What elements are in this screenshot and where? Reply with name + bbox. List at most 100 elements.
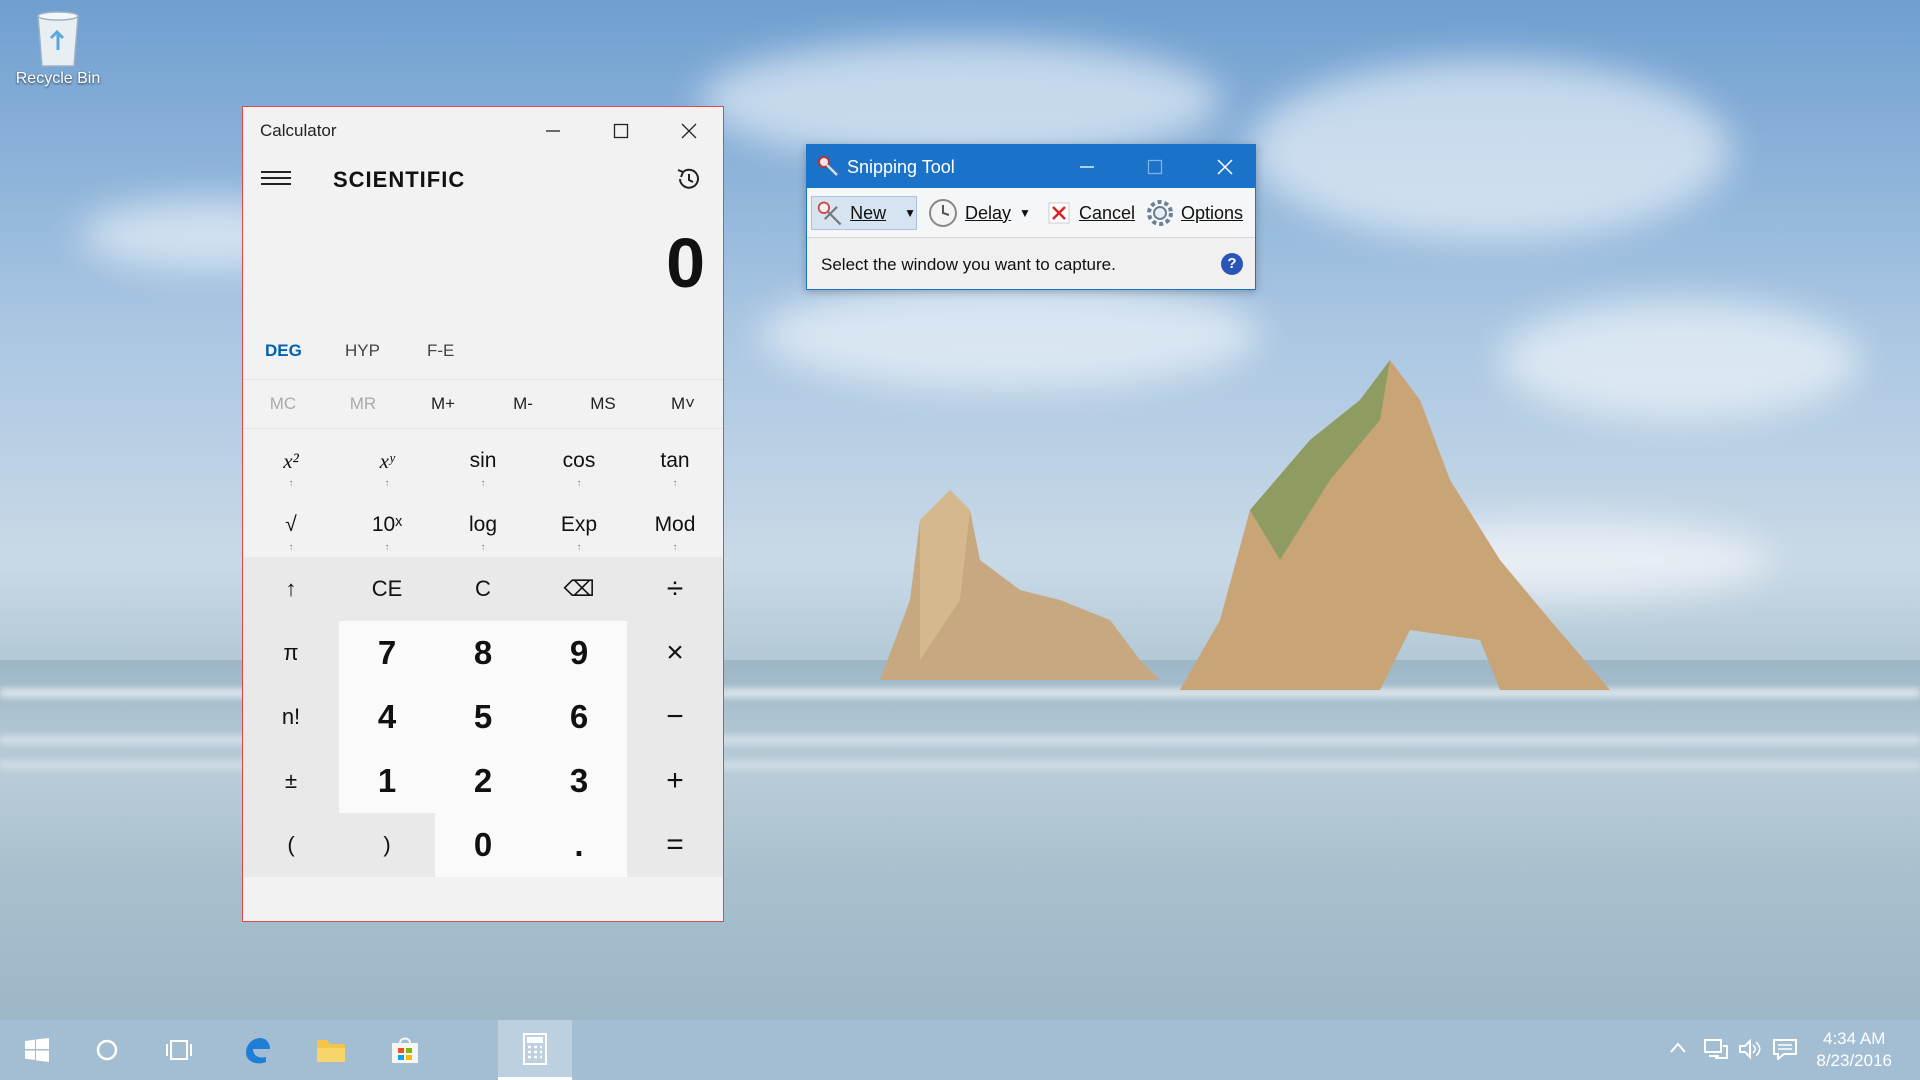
mod-button[interactable]: Mod ↑ bbox=[627, 493, 723, 557]
snipping-tool-titlebar[interactable]: Snipping Tool bbox=[807, 145, 1255, 188]
ms-button[interactable]: MS bbox=[563, 380, 643, 428]
digit-0-button[interactable]: 0 bbox=[435, 813, 531, 877]
digit-6-button[interactable]: 6 bbox=[531, 685, 627, 749]
m-minus-button[interactable]: M- bbox=[483, 380, 563, 428]
minimize-button[interactable] bbox=[519, 107, 587, 155]
cos-button[interactable]: cos ↑ bbox=[531, 429, 627, 493]
clock-date: 8/23/2016 bbox=[1816, 1051, 1892, 1070]
history-button[interactable] bbox=[673, 163, 705, 195]
history-icon bbox=[677, 168, 699, 189]
minimize-icon bbox=[546, 130, 560, 132]
cancel-x-icon bbox=[1048, 202, 1070, 224]
cancel-label: Cancel bbox=[1079, 202, 1136, 223]
folder-icon bbox=[317, 1040, 345, 1062]
clock-time: 4:34 AM bbox=[1822, 1029, 1886, 1048]
digit-7-button[interactable]: 7 bbox=[339, 621, 435, 685]
new-snip-button[interactable]: New ▼ bbox=[811, 196, 917, 230]
close-icon bbox=[1217, 158, 1233, 175]
close-paren-button[interactable]: ) bbox=[339, 813, 435, 877]
digit-2-button[interactable]: 2 bbox=[435, 749, 531, 813]
capture-instruction: Select the window you want to capture. bbox=[821, 255, 1116, 274]
log-button[interactable]: log ↑ bbox=[435, 493, 531, 557]
fe-button[interactable]: F-E bbox=[427, 341, 454, 361]
options-button[interactable]: Options bbox=[1145, 196, 1243, 230]
calculator-taskbar-button[interactable] bbox=[498, 1020, 572, 1080]
scissors-icon bbox=[817, 201, 842, 226]
mc-button[interactable]: MC bbox=[243, 380, 323, 428]
task-view-icon bbox=[166, 1040, 192, 1060]
windows-logo-icon bbox=[25, 1038, 49, 1062]
snip-minimize-button[interactable] bbox=[1059, 145, 1115, 188]
digit-9-button[interactable]: 9 bbox=[531, 621, 627, 685]
clock-icon bbox=[929, 199, 957, 227]
action-center-button[interactable] bbox=[1772, 1038, 1798, 1065]
shift-button[interactable]: ↑ bbox=[243, 557, 339, 621]
calculator-window: Calculator SCIENTIFIC 0 DEG HYP F-E MC M… bbox=[242, 106, 724, 922]
add-button[interactable]: + bbox=[627, 749, 723, 813]
network-icon bbox=[1704, 1039, 1728, 1059]
pi-button[interactable]: π bbox=[243, 621, 339, 685]
multiply-button[interactable]: × bbox=[627, 621, 723, 685]
exp-button[interactable]: Exp ↑ bbox=[531, 493, 627, 557]
network-button[interactable] bbox=[1703, 1038, 1729, 1065]
snipping-tool-title: Snipping Tool bbox=[847, 157, 955, 177]
negate-button[interactable]: ± bbox=[243, 749, 339, 813]
backspace-button[interactable]: ⌫ bbox=[531, 557, 627, 621]
calculator-display: 0 bbox=[666, 224, 705, 302]
recycle-bin[interactable]: Recycle Bin bbox=[8, 8, 108, 88]
store-button[interactable] bbox=[368, 1020, 442, 1080]
menu-button[interactable] bbox=[261, 167, 293, 191]
sqrt-button[interactable]: √ ↑ bbox=[243, 493, 339, 557]
help-icon[interactable]: ? bbox=[1221, 253, 1243, 275]
hyp-button[interactable]: HYP bbox=[345, 341, 380, 361]
options-label: Options bbox=[1181, 202, 1244, 223]
equals-button[interactable]: = bbox=[627, 813, 723, 877]
file-explorer-button[interactable] bbox=[294, 1020, 368, 1080]
subtract-button[interactable]: − bbox=[627, 685, 723, 749]
start-button[interactable] bbox=[0, 1020, 74, 1080]
close-button[interactable] bbox=[655, 107, 723, 155]
maximize-icon bbox=[613, 123, 629, 139]
divide-button[interactable]: ÷ bbox=[627, 557, 723, 621]
maximize-button[interactable] bbox=[587, 107, 655, 155]
memory-list-button[interactable]: M˅ bbox=[643, 380, 723, 428]
sin-button[interactable]: sin ↑ bbox=[435, 429, 531, 493]
digit-5-button[interactable]: 5 bbox=[435, 685, 531, 749]
delay-button[interactable]: Delay ▼ bbox=[927, 196, 1031, 230]
tan-button[interactable]: tan ↑ bbox=[627, 429, 723, 493]
delay-dropdown-icon: ▼ bbox=[1019, 206, 1031, 220]
open-paren-button[interactable]: ( bbox=[243, 813, 339, 877]
calculator-titlebar[interactable]: Calculator bbox=[243, 107, 723, 155]
show-hidden-icons-button[interactable] bbox=[1668, 1038, 1688, 1063]
deg-button[interactable]: DEG bbox=[265, 341, 302, 361]
recycle-bin-label: Recycle Bin bbox=[15, 70, 101, 87]
square-button[interactable]: x² ↑ bbox=[243, 429, 339, 493]
minimize-icon bbox=[1080, 165, 1094, 168]
store-bag-icon bbox=[392, 1037, 418, 1063]
clock[interactable]: 4:34 AM 8/23/2016 bbox=[1816, 1028, 1892, 1072]
power-button[interactable]: xʸ ↑ bbox=[339, 429, 435, 493]
new-dropdown-icon[interactable]: ▼ bbox=[904, 206, 916, 220]
snip-maximize-button[interactable] bbox=[1127, 145, 1183, 188]
factorial-button[interactable]: n! bbox=[243, 685, 339, 749]
digit-1-button[interactable]: 1 bbox=[339, 749, 435, 813]
calculator-title: Calculator bbox=[260, 121, 337, 140]
snip-close-button[interactable] bbox=[1197, 145, 1253, 188]
cortana-button[interactable] bbox=[70, 1020, 144, 1080]
ten-power-button[interactable]: 10ˣ ↑ bbox=[339, 493, 435, 557]
digit-8-button[interactable]: 8 bbox=[435, 621, 531, 685]
clear-button[interactable]: C bbox=[435, 557, 531, 621]
decimal-button[interactable]: . bbox=[531, 813, 627, 877]
edge-browser-button[interactable] bbox=[220, 1020, 294, 1080]
digit-3-button[interactable]: 3 bbox=[531, 749, 627, 813]
task-view-button[interactable] bbox=[142, 1020, 216, 1080]
volume-button[interactable] bbox=[1738, 1038, 1762, 1065]
maximize-icon bbox=[1147, 159, 1163, 174]
mr-button[interactable]: MR bbox=[323, 380, 403, 428]
cancel-button[interactable]: Cancel bbox=[1047, 196, 1135, 230]
digit-4-button[interactable]: 4 bbox=[339, 685, 435, 749]
calculator-mode-title: SCIENTIFIC bbox=[333, 167, 466, 192]
close-icon bbox=[681, 123, 697, 139]
ce-button[interactable]: CE bbox=[339, 557, 435, 621]
m-plus-button[interactable]: M+ bbox=[403, 380, 483, 428]
